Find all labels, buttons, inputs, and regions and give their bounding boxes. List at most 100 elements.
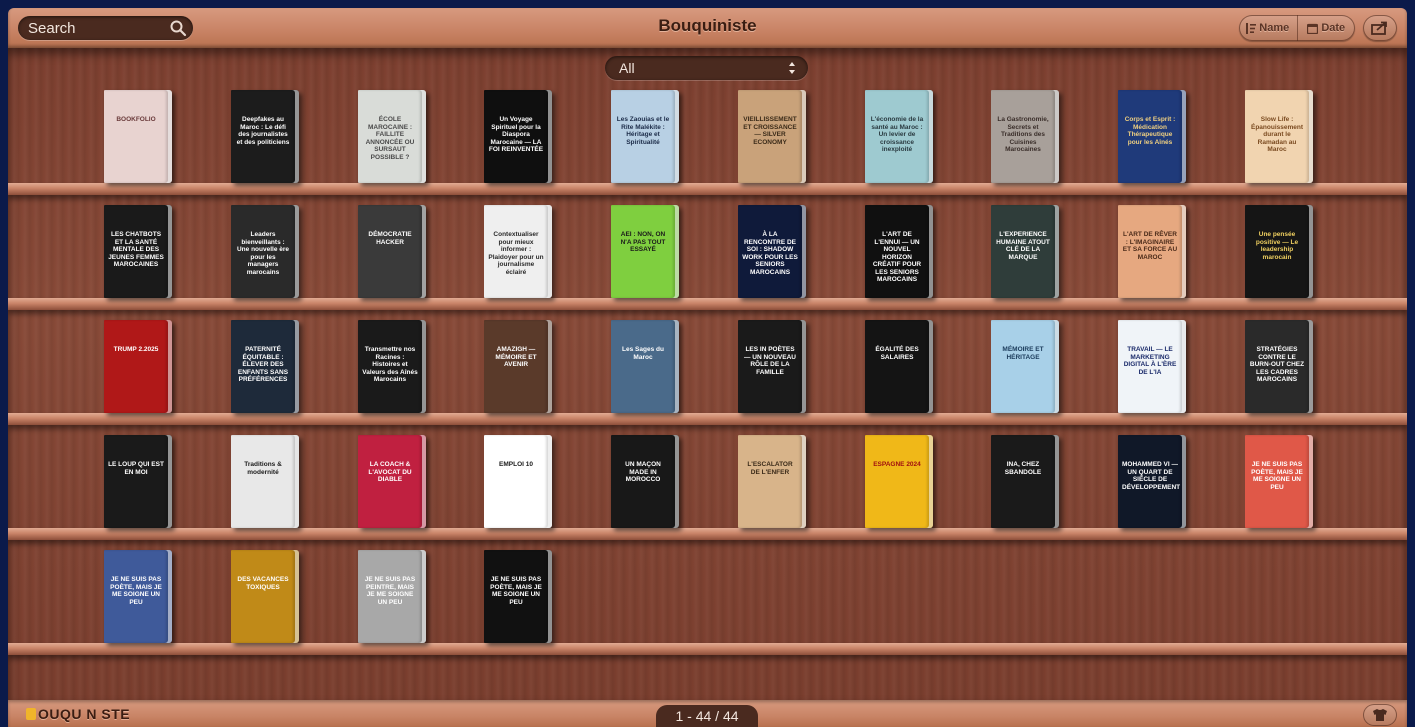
book-title: Deepfakes au Maroc : Le défi des journal… [236,116,290,146]
book-title: Les Zaouias et le Rite Malékite : Hérita… [616,116,670,146]
book-title: Contextualiser pour mieux informer : Pla… [488,231,544,276]
shelf-plank [8,528,1407,540]
shelf-plank [8,413,1407,425]
book-title: La Gastronomie, Secrets et Traditions de… [997,116,1049,153]
book-title: BOOKFOLIO [116,116,156,123]
share-button[interactable] [1363,15,1397,41]
book-cover[interactable]: Slow Life : Épanouissement durant le Ram… [1245,90,1313,183]
book-title: JE NE SUIS PAS POÈTE, MAIS JE ME SOIGNE … [490,576,542,606]
book-title: Les Sages du Maroc [622,346,664,361]
book-cover[interactable]: LES CHATBOTS ET LA SANTÉ MENTALE DES JEU… [104,205,172,298]
book-cover[interactable]: PATERNITÉ ÉQUITABLE : ÉLEVER DES ENFANTS… [231,320,299,413]
book-cover[interactable]: Leaders bienveillants : Une nouvelle ère… [231,205,299,298]
app-title: Bouquiniste [658,16,757,35]
book-cover[interactable]: MOHAMMED VI — UN QUART DE SIÈCLE DE DÉVE… [1118,435,1186,528]
book-cover[interactable]: JE NE SUIS PAS POÈTE, MAIS JE ME SOIGNE … [104,550,172,643]
book-cover[interactable]: L'ART DE L'ENNUI — UN NOUVEL HORIZON CRÉ… [865,205,933,298]
book-title: L'économie de la santé au Maroc : Un lev… [870,116,924,153]
book-title: DES VACANCES TOXIQUES [237,576,289,591]
sort-name-label: Name [1259,22,1290,34]
shirt-icon [1373,709,1387,721]
book-cover[interactable]: INA, CHEZ SBANDOLE [991,435,1059,528]
book-title: DÉMOCRATIE HACKER [368,231,412,246]
book-cover[interactable]: La Gastronomie, Secrets et Traditions de… [991,90,1059,183]
book-cover[interactable]: L'économie de la santé au Maroc : Un lev… [865,90,933,183]
book-title: STRATÉGIES CONTRE LE BURN-OUT CHEZ LES C… [1249,346,1305,383]
book-title: Leaders bienveillants : Une nouvelle ère… [236,231,290,276]
book-title: AMAZIGH — MÉMOIRE ET AVENIR [495,346,537,368]
logo-text: OUQU N STE [38,706,131,722]
app-logo: OUQU N STE [26,706,130,722]
book-cover[interactable]: Corps et Esprit : Médication Thérapeutiq… [1118,90,1186,183]
book-cover[interactable]: Les Sages du Maroc [611,320,679,413]
book-cover[interactable]: AEI : NON, ON N'A PAS TOUT ESSAYÉ [611,205,679,298]
book-cover[interactable]: DÉMOCRATIE HACKER [358,205,426,298]
sort-by-date-button[interactable]: Date [1296,15,1356,41]
book-title: L'ART DE L'ENNUI — UN NOUVEL HORIZON CRÉ… [872,231,922,283]
shelf-plank [8,298,1407,310]
book-title: ESPAGNE 2024 [873,461,921,468]
bookshelf: All BOOKFOLIO Deepfakes au Maroc : Le déf… [8,48,1407,700]
sort-by-name-button[interactable]: Name [1239,15,1297,41]
book-title: JE NE SUIS PAS PEINTRE, MAIS JE ME SOIGN… [364,576,416,606]
book-title: Slow Life : Épanouissement durant le Ram… [1250,116,1303,153]
book-cover[interactable]: Traditions & modernité [231,435,299,528]
book-cover[interactable]: Deepfakes au Maroc : Le défi des journal… [231,90,299,183]
book-title: Traditions & modernité [244,461,282,476]
sort-date-label: Date [1321,22,1346,34]
book-cover[interactable]: LES IN POÈTES — UN NOUVEAU RÔLE DE LA FA… [738,320,806,413]
book-cover[interactable]: L'ART DE RÊVER : L'IMAGINAIRE ET SA FORC… [1118,205,1186,298]
book-title: AEI : NON, ON N'A PAS TOUT ESSAYÉ [620,231,666,253]
book-cover[interactable]: JE NE SUIS PAS PEINTRE, MAIS JE ME SOIGN… [358,550,426,643]
book-cover[interactable]: VIEILLISSEMENT ET CROISSANCE — SILVER EC… [738,90,806,183]
shelf-plank [8,183,1407,195]
book-cover[interactable]: Les Zaouias et le Rite Malékite : Hérita… [611,90,679,183]
book-title: Un Voyage Spirituel pour la Diaspora Mar… [488,116,544,153]
book-title: MOHAMMED VI — UN QUART DE SIÈCLE DE DÉVE… [1122,461,1181,491]
book-title: PATERNITÉ ÉQUITABLE : ÉLEVER DES ENFANTS… [237,346,289,383]
book-cover[interactable]: Transmettre nos Racines : Histoires et V… [358,320,426,413]
book-title: VIEILLISSEMENT ET CROISSANCE — SILVER EC… [743,116,797,146]
book-cover[interactable]: BOOKFOLIO [104,90,172,183]
filter-selected-value: All [619,60,635,76]
book-cover[interactable]: DES VACANCES TOXIQUES [231,550,299,643]
book-cover[interactable]: LA COACH & L'AVOCAT DU DIABLE [358,435,426,528]
theme-button[interactable] [1363,704,1397,726]
book-cover[interactable]: JE NE SUIS PAS POÈTE, MAIS JE ME SOIGNE … [1245,435,1313,528]
logo-mark-icon [26,708,36,720]
book-cover[interactable]: Une pensée positive — Le leadership maro… [1245,205,1313,298]
book-title: TRUMP 2.2025 [113,346,159,353]
book-cover[interactable]: L'ESCALATOR DE L'ENFER [738,435,806,528]
book-title: LA COACH & L'AVOCAT DU DIABLE [368,461,412,483]
book-title: LE LOUP QUI EST EN MOI [108,461,164,476]
book-title: JE NE SUIS PAS POÈTE, MAIS JE ME SOIGNE … [1251,461,1303,491]
book-title: L'ESCALATOR DE L'ENFER [747,461,793,476]
pagination-indicator: 1 - 44 / 44 [656,705,758,727]
book-cover[interactable]: ÉCOLE MAROCAINE : FAILLITE ANNONCÉE OU S… [358,90,426,183]
book-title: UN MAÇON MADE IN MOROCCO [625,461,661,483]
book-cover[interactable]: JE NE SUIS PAS POÈTE, MAIS JE ME SOIGNE … [484,550,552,643]
book-title: À LA RENCONTRE DE SOI : SHADOW WORK POUR… [742,231,798,276]
book-cover[interactable]: EMPLOI 10 [484,435,552,528]
book-cover[interactable]: Contextualiser pour mieux informer : Pla… [484,205,552,298]
book-cover[interactable]: L'EXPERIENCE HUMAINE ATOUT CLÉ DE LA MAR… [991,205,1059,298]
book-title: L'EXPERIENCE HUMAINE ATOUT CLÉ DE LA MAR… [996,231,1050,261]
book-cover[interactable]: TRAVAIL — LE MARKETING DIGITAL À L'ÈRE D… [1118,320,1186,413]
book-cover[interactable]: Un Voyage Spirituel pour la Diaspora Mar… [484,90,552,183]
category-filter-select[interactable]: All [605,56,808,80]
calendar-icon [1307,23,1319,34]
book-cover[interactable]: TRUMP 2.2025 [104,320,172,413]
book-title: JE NE SUIS PAS POÈTE, MAIS JE ME SOIGNE … [110,576,162,606]
book-cover[interactable]: À LA RENCONTRE DE SOI : SHADOW WORK POUR… [738,205,806,298]
book-cover[interactable]: UN MAÇON MADE IN MOROCCO [611,435,679,528]
book-cover[interactable]: LE LOUP QUI EST EN MOI [104,435,172,528]
book-title: LES CHATBOTS ET LA SANTÉ MENTALE DES JEU… [108,231,164,268]
sort-control: Name Date [1239,15,1355,41]
book-cover[interactable]: MÉMOIRE ET HÉRITAGE [991,320,1059,413]
book-cover[interactable]: AMAZIGH — MÉMOIRE ET AVENIR [484,320,552,413]
top-toolbar: Bouquiniste Name Date [8,8,1407,48]
book-cover[interactable]: STRATÉGIES CONTRE LE BURN-OUT CHEZ LES C… [1245,320,1313,413]
book-cover[interactable]: ÉGALITÉ DES SALAIRES [865,320,933,413]
book-cover[interactable]: ESPAGNE 2024 [865,435,933,528]
book-title: Corps et Esprit : Médication Thérapeutiq… [1124,116,1176,146]
